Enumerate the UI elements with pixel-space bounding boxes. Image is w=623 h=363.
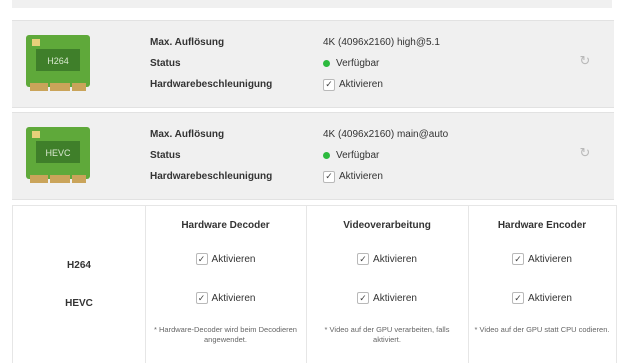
row-label-hevc: HEVC <box>65 298 93 309</box>
checkbox-decoder-hevc[interactable]: ✓ Aktivieren <box>145 292 306 304</box>
col-hardware-encoder: Hardware Encoder ✓ Aktivieren ✓ Aktivieren… <box>468 206 616 363</box>
checkbox-label: Aktivieren <box>373 292 417 304</box>
hardware-acceleration-label: Hardwarebeschleunigung <box>150 79 273 90</box>
hardware-acceleration-checkbox[interactable]: ✓ Aktivieren <box>323 78 383 91</box>
checkbox-label: Aktivieren <box>528 292 572 304</box>
checkmark-icon: ✓ <box>512 292 525 304</box>
svg-text:H264: H264 <box>47 56 69 66</box>
note-hardware-encoder: * Video auf der GPU statt CPU codieren. <box>474 325 610 334</box>
note-videoverarbeitung: * Video auf der GPU verarbeiten, falls a… <box>324 325 450 344</box>
checkmark-icon: ✓ <box>357 253 370 265</box>
hardware-acceleration-label: Hardwarebeschleunigung <box>150 171 273 182</box>
checkmark-icon: ✓ <box>323 78 335 91</box>
status-value: Verfügbar <box>336 150 380 161</box>
checkbox-encoder-hevc[interactable]: ✓ Aktivieren <box>468 292 616 304</box>
max-resolution-label: Max. Auflösung <box>150 129 225 140</box>
gpu-chip-icon: H264 <box>26 35 90 93</box>
max-resolution-value: 4K (4096x2160) high@5.1 <box>323 37 440 48</box>
checkbox-processing-hevc[interactable]: ✓ Aktivieren <box>306 292 468 304</box>
checkbox-encoder-h264[interactable]: ✓ Aktivieren <box>468 253 616 265</box>
hardware-acceleration-row: Hardwarebeschleunigung ✓ Aktivieren <box>150 166 570 187</box>
hardware-acceleration-checkbox[interactable]: ✓ Aktivieren <box>323 170 383 183</box>
refresh-icon[interactable]: ↻ <box>578 54 592 68</box>
col-hardware-decoder: Hardware Decoder ✓ Aktivieren ✓ Aktivieren… <box>145 206 307 363</box>
svg-text:HEVC: HEVC <box>45 148 71 158</box>
codec-card-hevc: HEVC Max. Auflösung 4K (4096x2160) main@… <box>12 112 614 200</box>
checkbox-label: Aktivieren <box>211 253 256 265</box>
checkbox-label: Aktivieren <box>211 292 256 304</box>
checkbox-label: Aktivieren <box>373 253 417 265</box>
checkmark-icon: ✓ <box>195 253 208 265</box>
checkbox-processing-h264[interactable]: ✓ Aktivieren <box>306 253 468 265</box>
matrix-row-labels: H264 HEVC <box>13 206 146 363</box>
max-resolution-label: Max. Auflösung <box>150 37 225 48</box>
top-divider <box>12 0 612 8</box>
feature-matrix: H264 HEVC Hardware Decoder ✓ Aktivieren ✓… <box>12 205 617 363</box>
checkbox-label: Aktivieren <box>528 253 572 265</box>
max-resolution-row: Max. Auflösung 4K (4096x2160) high@5.1 <box>150 32 570 53</box>
status-row: Status Verfügbar <box>150 53 570 74</box>
checkbox-decoder-h264[interactable]: ✓ Aktivieren <box>145 253 306 265</box>
status-value: Verfügbar <box>336 58 380 69</box>
checkmark-icon: ✓ <box>357 292 370 304</box>
note-hardware-decoder: * Hardware-Decoder wird beim Decodieren … <box>154 325 297 344</box>
status-dot-icon <box>323 152 330 159</box>
status-dot-icon <box>323 60 330 67</box>
header-videoverarbeitung: Videoverarbeitung <box>343 220 431 231</box>
codec-card-h264: H264 Max. Auflösung 4K (4096x2160) high@… <box>12 20 614 108</box>
header-hardware-decoder: Hardware Decoder <box>181 220 270 231</box>
max-resolution-value: 4K (4096x2160) main@auto <box>323 129 449 140</box>
hardware-acceleration-row: Hardwarebeschleunigung ✓ Aktivieren <box>150 74 570 95</box>
checkmark-icon: ✓ <box>195 292 208 304</box>
status-label: Status <box>150 150 181 161</box>
checkbox-label: Aktivieren <box>339 79 383 90</box>
checkmark-icon: ✓ <box>512 253 525 265</box>
status-row: Status Verfügbar <box>150 145 570 166</box>
row-label-h264: H264 <box>67 260 91 271</box>
header-hardware-encoder: Hardware Encoder <box>497 220 587 231</box>
checkmark-icon: ✓ <box>323 170 335 183</box>
gpu-chip-icon: HEVC <box>26 127 90 185</box>
col-videoverarbeitung: Videoverarbeitung ✓ Aktivieren ✓ Aktiviere… <box>306 206 469 363</box>
refresh-icon[interactable]: ↻ <box>578 146 592 160</box>
status-label: Status <box>150 58 181 69</box>
max-resolution-row: Max. Auflösung 4K (4096x2160) main@auto <box>150 124 570 145</box>
checkbox-label: Aktivieren <box>339 171 383 182</box>
